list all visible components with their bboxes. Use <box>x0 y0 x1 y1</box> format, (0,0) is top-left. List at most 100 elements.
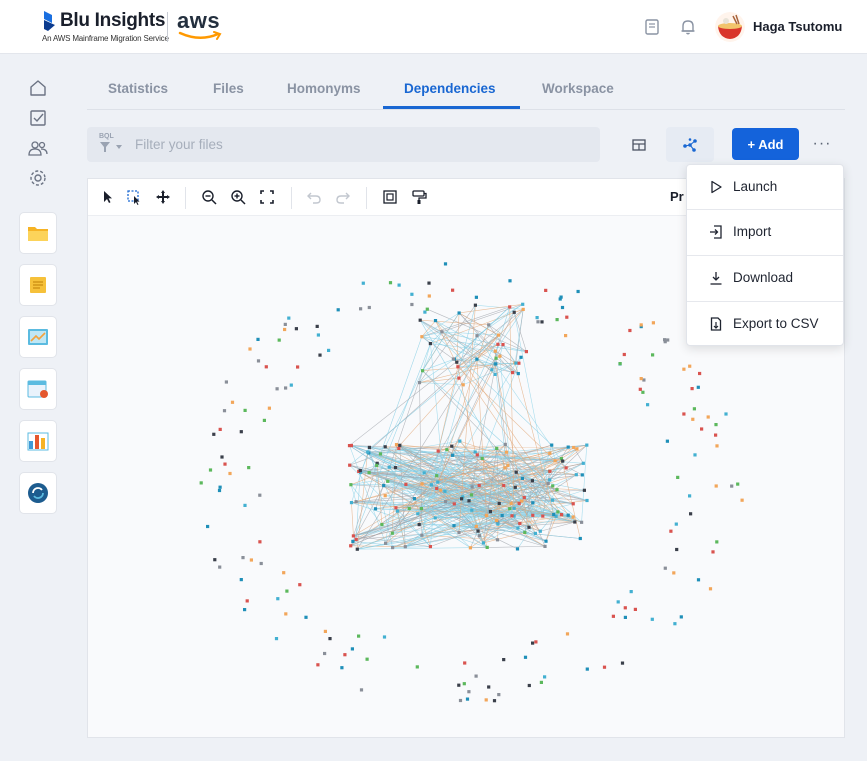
graph-node[interactable] <box>708 587 713 591</box>
graph-node[interactable] <box>573 520 577 524</box>
graph-node[interactable] <box>628 328 632 333</box>
graph-node[interactable] <box>419 507 423 511</box>
graph-node[interactable] <box>397 283 401 287</box>
graph-node[interactable] <box>581 461 585 465</box>
tab-workspace[interactable]: Workspace <box>542 81 614 96</box>
graph-node[interactable] <box>531 501 535 505</box>
graph-node[interactable] <box>548 469 552 473</box>
graph-node[interactable] <box>354 537 358 541</box>
graph-node[interactable] <box>505 450 509 454</box>
graph-node[interactable] <box>438 488 443 492</box>
graph-node[interactable] <box>239 430 243 434</box>
graph-node[interactable] <box>474 674 478 678</box>
graph-node[interactable] <box>276 597 280 601</box>
graph-node[interactable] <box>508 305 512 309</box>
graph-node[interactable] <box>693 453 697 457</box>
graph-node[interactable] <box>691 417 695 421</box>
graph-node[interactable] <box>455 360 459 364</box>
graph-node[interactable] <box>485 545 489 549</box>
graph-node[interactable] <box>493 349 497 353</box>
graph-node[interactable] <box>367 445 371 449</box>
graph-node[interactable] <box>679 615 683 619</box>
graph-node[interactable] <box>199 481 203 485</box>
graph-node[interactable] <box>550 443 554 447</box>
graph-node[interactable] <box>327 348 331 352</box>
graph-node[interactable] <box>496 342 500 346</box>
settings-icon[interactable] <box>28 168 48 188</box>
graph-node[interactable] <box>259 561 263 566</box>
graph-node[interactable] <box>523 530 527 534</box>
graph-node[interactable] <box>289 383 293 387</box>
graph-node[interactable] <box>555 318 559 322</box>
avatar[interactable] <box>715 12 745 42</box>
graph-node[interactable] <box>395 509 400 513</box>
graph-node[interactable] <box>706 415 710 419</box>
graph-node[interactable] <box>474 295 478 299</box>
graph-node[interactable] <box>506 463 510 467</box>
graph-node[interactable] <box>623 615 627 619</box>
graph-node[interactable] <box>264 365 268 369</box>
graph-node[interactable] <box>380 523 384 527</box>
graph-node[interactable] <box>323 651 327 656</box>
graph-node[interactable] <box>358 468 362 473</box>
graph-node[interactable] <box>494 356 498 360</box>
graph-node[interactable] <box>571 502 575 506</box>
graph-node[interactable] <box>473 450 477 454</box>
graph-node[interactable] <box>730 484 734 488</box>
paint-format-icon[interactable] <box>411 189 427 205</box>
graph-node[interactable] <box>536 320 540 324</box>
graph-node[interactable] <box>258 540 262 544</box>
menu-item-download[interactable]: Download <box>687 256 843 301</box>
graph-node[interactable] <box>674 522 678 526</box>
graph-node[interactable] <box>249 558 253 562</box>
tab-dependencies[interactable]: Dependencies <box>404 81 496 96</box>
graph-node[interactable] <box>521 307 525 311</box>
graph-view-button[interactable] <box>666 127 714 162</box>
graph-node[interactable] <box>444 500 448 504</box>
filter-funnel-icon[interactable] <box>99 141 125 153</box>
graph-node[interactable] <box>382 635 387 639</box>
graph-node[interactable] <box>546 481 550 486</box>
graph-node[interactable] <box>531 513 535 517</box>
graph-node[interactable] <box>398 443 402 447</box>
graph-node[interactable] <box>516 372 520 376</box>
graph-node[interactable] <box>336 308 340 312</box>
graph-node[interactable] <box>669 529 673 533</box>
graph-node[interactable] <box>517 501 521 506</box>
graph-node[interactable] <box>296 365 300 369</box>
graph-node[interactable] <box>351 539 355 543</box>
graph-node[interactable] <box>521 302 525 306</box>
graph-node[interactable] <box>462 682 466 686</box>
graph-node[interactable] <box>366 450 370 454</box>
graph-node[interactable] <box>559 295 563 299</box>
graph-node[interactable] <box>555 488 559 492</box>
graph-node[interactable] <box>523 655 528 659</box>
graph-node[interactable] <box>218 485 222 489</box>
graph-node[interactable] <box>696 385 700 389</box>
graph-node[interactable] <box>623 606 627 610</box>
graph-node[interactable] <box>451 453 455 457</box>
graph-node[interactable] <box>350 647 354 651</box>
graph-node[interactable] <box>239 578 243 582</box>
graph-node[interactable] <box>711 550 715 554</box>
box-select-icon[interactable] <box>126 189 142 205</box>
graph-node[interactable] <box>511 371 515 375</box>
graph-node[interactable] <box>665 439 669 443</box>
graph-node[interactable] <box>445 448 449 452</box>
fit-screen-icon[interactable] <box>259 189 275 205</box>
graph-node[interactable] <box>518 521 522 526</box>
graph-node[interactable] <box>461 383 465 387</box>
graph-node[interactable] <box>467 499 471 503</box>
graph-node[interactable] <box>509 501 513 505</box>
graph-node[interactable] <box>514 470 518 474</box>
graph-node[interactable] <box>465 697 470 701</box>
graph-node[interactable] <box>361 281 365 285</box>
graph-node[interactable] <box>580 520 584 524</box>
graph-node[interactable] <box>285 589 289 593</box>
graph-node[interactable] <box>243 503 247 507</box>
graph-node[interactable] <box>682 412 686 416</box>
graph-node[interactable] <box>384 541 388 545</box>
graph-node[interactable] <box>700 427 704 431</box>
graph-node[interactable] <box>494 518 498 522</box>
graph-node[interactable] <box>582 488 586 492</box>
